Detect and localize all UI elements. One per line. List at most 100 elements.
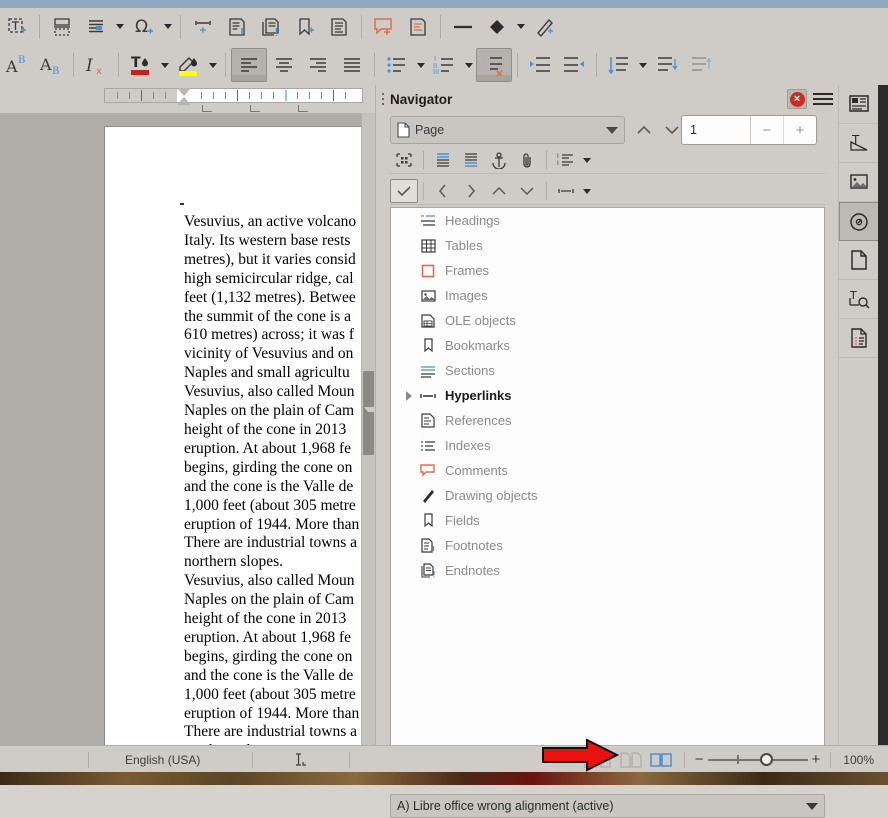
attach-icon[interactable] <box>513 148 541 172</box>
heading-levels-dropdown-icon[interactable] <box>580 144 594 176</box>
zoom-out-button[interactable]: − <box>695 751 704 768</box>
multi-page-view-icon[interactable] <box>620 751 642 768</box>
nav-item-frames[interactable]: Frames <box>391 258 824 283</box>
paragraph-spacing-icon[interactable] <box>650 49 684 81</box>
document-body-text[interactable]: Vesuvius, an active volcano Italy. Its w… <box>184 213 375 745</box>
insert-line-icon[interactable] <box>446 11 480 43</box>
footer-icon[interactable] <box>457 148 485 172</box>
nav-item-hyperlinks[interactable]: Hyperlinks <box>391 383 824 408</box>
sidebar-styles-icon[interactable]: T <box>839 124 879 163</box>
basic-shapes-icon[interactable] <box>480 11 514 43</box>
nav-item-images[interactable]: Images <box>391 283 824 308</box>
nav-item-bookmarks[interactable]: Bookmarks <box>391 333 824 358</box>
promote-level-icon[interactable] <box>485 179 513 203</box>
highlighting-color-icon[interactable] <box>172 49 206 81</box>
toggle-master-view-icon[interactable] <box>390 148 418 172</box>
insert-cross-reference-icon[interactable] <box>322 11 356 43</box>
selection-mode-icon[interactable] <box>293 752 311 768</box>
tab-stop-marker[interactable] <box>250 105 260 112</box>
ordered-list-icon[interactable]: I II III <box>428 49 462 81</box>
track-changes-icon[interactable] <box>401 11 435 43</box>
zoom-level-label[interactable]: 100% <box>843 753 874 767</box>
insert-field-dropdown-icon[interactable] <box>113 11 127 43</box>
navigator-content-list[interactable]: Headings Tables Frames Images OLE object… <box>390 207 825 784</box>
hamburger-menu-icon[interactable] <box>813 90 833 108</box>
sidebar-style-inspector-icon[interactable]: T <box>839 280 879 319</box>
expander[interactable] <box>401 390 417 401</box>
align-center-icon[interactable] <box>267 49 301 81</box>
content-navigation-combobox[interactable]: Page <box>390 116 625 144</box>
insert-page-break-icon[interactable] <box>45 11 79 43</box>
highlighting-color-dropdown-icon[interactable] <box>206 49 220 81</box>
basic-shapes-dropdown-icon[interactable] <box>514 11 528 43</box>
chevron-down-icon[interactable] <box>806 802 818 810</box>
header-icon[interactable] <box>429 148 457 172</box>
nav-item-endnotes[interactable]: Endnotes <box>391 558 824 583</box>
line-spacing-icon[interactable] <box>602 49 636 81</box>
left-indent-marker[interactable] <box>177 97 191 105</box>
line-spacing-dropdown-icon[interactable] <box>636 49 650 81</box>
clear-formatting-icon[interactable]: I x <box>79 49 113 81</box>
sidebar-navigator-icon[interactable] <box>839 202 879 241</box>
font-color-icon[interactable]: T <box>124 49 158 81</box>
panel-grip-icon[interactable] <box>376 85 390 113</box>
document-canvas[interactable]: Vesuvius, an active volcano Italy. Its w… <box>0 113 375 745</box>
nav-item-sections[interactable]: Sections <box>391 358 824 383</box>
document-page[interactable]: Vesuvius, an active volcano Italy. Its w… <box>104 126 362 745</box>
close-icon[interactable]: × <box>787 89 807 109</box>
insert-footnote-icon[interactable] <box>220 11 254 43</box>
subscript-icon[interactable]: A B <box>34 49 68 81</box>
tab-stop-marker[interactable] <box>298 105 308 112</box>
page-number-increment[interactable]: + <box>783 116 816 144</box>
superscript-icon[interactable]: A B <box>0 49 34 81</box>
horizontal-ruler[interactable] <box>104 88 469 112</box>
first-line-indent-marker[interactable] <box>177 88 191 96</box>
drag-mode-dropdown-icon[interactable] <box>580 175 594 207</box>
align-right-icon[interactable] <box>301 49 335 81</box>
nav-item-tables[interactable]: Tables <box>391 233 824 258</box>
chevron-down-icon[interactable] <box>606 126 618 134</box>
increase-indent-icon[interactable] <box>523 49 557 81</box>
heading-levels-icon[interactable]: II <box>552 148 580 172</box>
document-vertical-scrollbar[interactable] <box>361 113 380 745</box>
nav-item-headings[interactable]: Headings <box>391 208 824 233</box>
zoom-in-button[interactable]: + <box>812 751 821 768</box>
font-color-dropdown-icon[interactable] <box>158 49 172 81</box>
demote-chapter-icon[interactable] <box>457 179 485 203</box>
nav-item-drawing-objects[interactable]: Drawing objects <box>391 483 824 508</box>
sidebar-accessibility-check-icon[interactable] <box>839 319 879 358</box>
decrease-indent-icon[interactable] <box>557 49 591 81</box>
zoom-slider-handle[interactable] <box>759 752 773 766</box>
unordered-list-icon[interactable] <box>380 49 414 81</box>
sidebar-page-icon[interactable] <box>839 241 879 280</box>
show-draw-functions-icon[interactable] <box>528 11 562 43</box>
page-number-input[interactable]: 1 <box>682 116 751 144</box>
page-number-decrement[interactable]: − <box>751 116 783 144</box>
nav-item-ole-objects[interactable]: OLE objects <box>391 308 824 333</box>
nav-item-references[interactable]: References <box>391 408 824 433</box>
unordered-list-dropdown-icon[interactable] <box>414 49 428 81</box>
book-view-icon[interactable] <box>650 752 672 768</box>
page-number-spinner[interactable]: 1 − + <box>681 115 817 145</box>
tab-stop-marker[interactable] <box>202 105 212 112</box>
promote-chapter-icon[interactable] <box>429 179 457 203</box>
insert-comment-icon[interactable] <box>367 11 401 43</box>
anchor-icon[interactable] <box>485 148 513 172</box>
list-box-on-off-icon[interactable] <box>390 179 418 203</box>
zoom-slider[interactable] <box>704 750 812 770</box>
nav-item-fields[interactable]: Fields <box>391 508 824 533</box>
insert-special-character-dropdown-icon[interactable] <box>161 11 175 43</box>
no-list-icon[interactable]: I II <box>476 48 512 82</box>
ordered-list-dropdown-icon[interactable] <box>462 49 476 81</box>
document-selector-dropdown[interactable]: A) Libre office wrong alignment (active) <box>390 794 825 818</box>
insert-special-character-icon[interactable]: Ω <box>127 11 161 43</box>
sidebar-gallery-icon[interactable] <box>839 163 879 202</box>
paragraph-spacing-decrease-icon[interactable] <box>684 49 718 81</box>
language-status[interactable]: English (USA) <box>125 753 200 767</box>
nav-item-comments[interactable]: Comments <box>391 458 824 483</box>
insert-bookmark-icon[interactable] <box>288 11 322 43</box>
insert-field-icon[interactable] <box>79 11 113 43</box>
align-left-icon[interactable] <box>231 48 267 82</box>
nav-item-indexes[interactable]: Indexes <box>391 433 824 458</box>
previous-page-icon[interactable] <box>631 116 657 144</box>
